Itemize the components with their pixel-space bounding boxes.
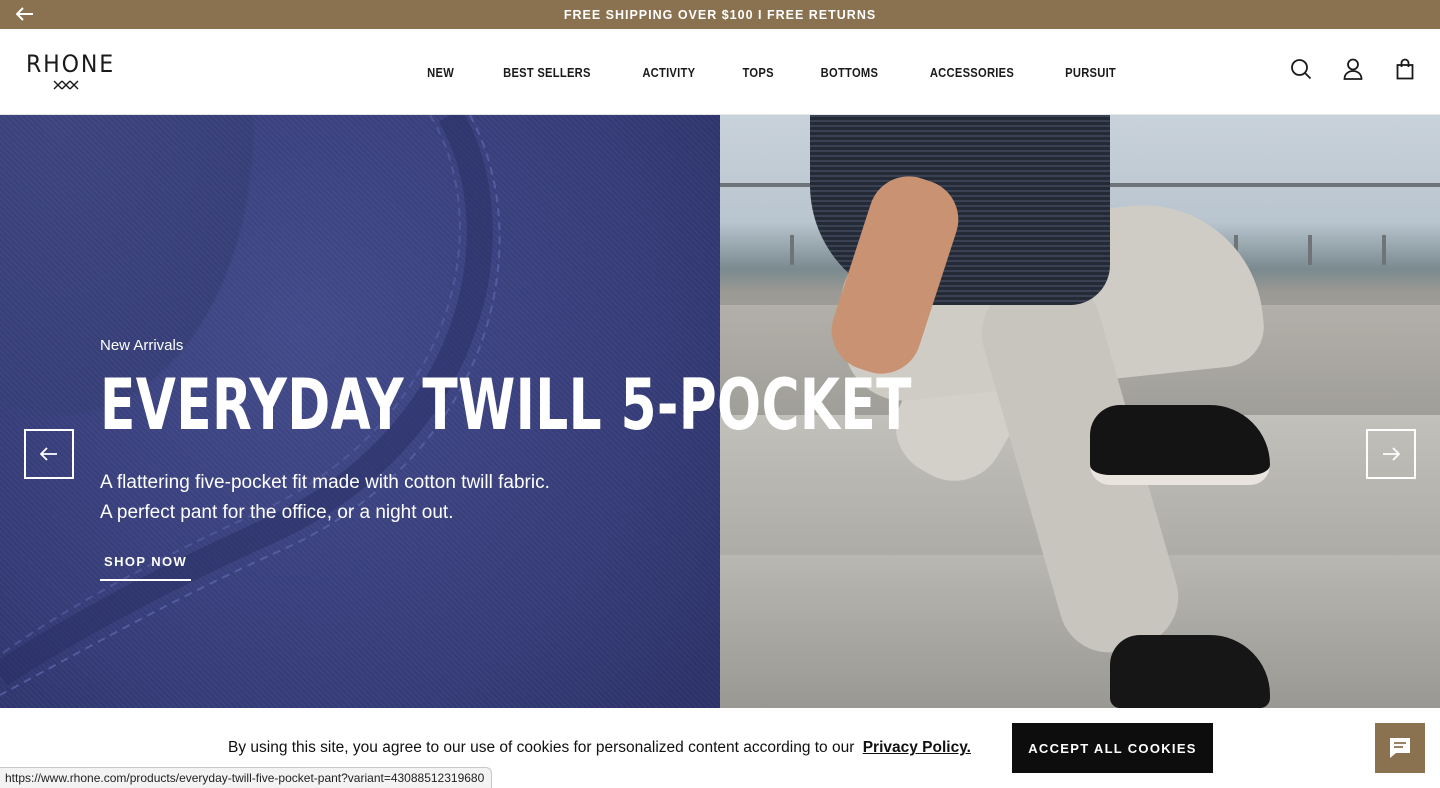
nav-item-activity[interactable]: ACTIVITY (642, 65, 695, 80)
account-icon[interactable] (1342, 58, 1364, 80)
accept-cookies-button[interactable]: ACCEPT ALL COOKIES (1012, 723, 1213, 773)
site-header: RHONE NEW BEST SELLERS ACTIVITY TOPS BOT… (0, 29, 1440, 115)
hero-description-line-1: A flattering five-pocket fit made with c… (100, 472, 550, 493)
logo-wordmark: RHONE (26, 50, 115, 78)
announcement-text[interactable]: FREE SHIPPING OVER $100 I FREE RETURNS (564, 8, 876, 22)
carousel-next-button[interactable] (1366, 429, 1416, 479)
nav-item-tops[interactable]: TOPS (742, 65, 773, 80)
nav-item-best-sellers[interactable]: BEST SELLERS (503, 65, 591, 80)
status-bar-url: https://www.rhone.com/products/everyday-… (0, 767, 493, 788)
shop-now-link[interactable]: SHOP NOW (100, 550, 192, 581)
chat-icon (1390, 738, 1410, 758)
nav-item-bottoms[interactable]: BOTTOMS (821, 65, 878, 80)
announcement-bar: FREE SHIPPING OVER $100 I FREE RETURNS (0, 0, 1440, 29)
carousel-prev-button[interactable] (24, 429, 74, 479)
chat-button[interactable] (1375, 723, 1425, 773)
hero-description-line-2: A perfect pant for the office, or a nigh… (100, 502, 454, 523)
nav-item-accessories[interactable]: ACCESSORIES (930, 65, 1014, 80)
privacy-policy-link[interactable]: Privacy Policy. (863, 739, 971, 756)
bag-icon[interactable] (1394, 58, 1416, 80)
hero-description: A flattering five-pocket fit made with c… (100, 468, 1197, 528)
nav-item-pursuit[interactable]: PURSUIT (1065, 65, 1116, 80)
arrow-right-icon (1383, 447, 1400, 461)
cookie-text: By using this site, you agree to our use… (228, 739, 855, 756)
main-nav: NEW BEST SELLERS ACTIVITY TOPS BOTTOMS A… (405, 29, 1140, 115)
arrow-left-icon (40, 447, 57, 461)
arrow-left-icon[interactable] (14, 4, 36, 24)
hero-eyebrow: New Arrivals (100, 337, 184, 354)
search-icon[interactable] (1290, 58, 1312, 80)
header-icons (1290, 58, 1416, 80)
hero-carousel: New Arrivals EVERYDAY TWILL 5-POCKET A f… (0, 115, 1440, 708)
hero-content: New Arrivals EVERYDAY TWILL 5-POCKET A f… (100, 337, 1197, 581)
logo-mark-icon (53, 80, 79, 90)
logo[interactable]: RHONE (26, 50, 115, 93)
hero-headline: EVERYDAY TWILL 5-POCKET (100, 364, 912, 446)
nav-item-new[interactable]: NEW (427, 65, 454, 80)
cookie-message: By using this site, you agree to our use… (228, 739, 971, 757)
